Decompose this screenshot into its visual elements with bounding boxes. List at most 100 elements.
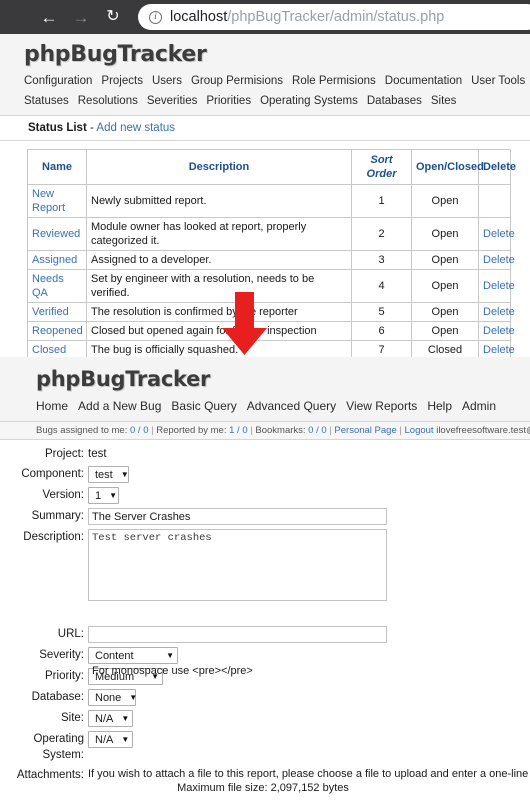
table-row: Reopened Closed but opened again for furt…: [27, 321, 515, 341]
database-select[interactable]: None ▼: [88, 689, 138, 706]
site-info-icon[interactable]: i: [149, 10, 162, 24]
delete-link[interactable]: Delete: [483, 280, 515, 292]
status-name-link[interactable]: Verified: [32, 306, 69, 318]
nav-resolutions[interactable]: Resolutions: [78, 95, 138, 107]
nav-configuration[interactable]: Configuration: [24, 75, 92, 87]
nav-operating-systems[interactable]: Operating Systems: [260, 95, 358, 107]
severity-label: Severity:: [39, 649, 84, 661]
site-select[interactable]: N/A ▼: [88, 710, 133, 727]
field-row-site: Site: N/A ▼: [0, 710, 530, 727]
column-header-description[interactable]: Description: [86, 149, 352, 185]
subbar-separator: -: [90, 122, 94, 134]
forward-arrow-icon[interactable]: →: [68, 4, 94, 30]
status-name-link[interactable]: Assigned: [32, 254, 77, 266]
tracker-banner: phpBugTracker Home Add a New Bug Basic Que…: [0, 357, 530, 421]
version-label: Version:: [42, 489, 84, 501]
status-name-link[interactable]: Reopened: [32, 325, 83, 337]
personal-page-link[interactable]: Personal Page: [334, 425, 396, 436]
nav-basic-query[interactable]: Basic Query: [171, 399, 236, 413]
version-select[interactable]: 1 ▼: [88, 487, 119, 504]
status-sep-2: |: [250, 425, 253, 436]
column-header-sort-order[interactable]: Sort Order: [351, 149, 412, 185]
component-selected-value: test: [95, 468, 113, 481]
severity-select[interactable]: Content ▼: [88, 647, 178, 664]
nav-projects[interactable]: Projects: [101, 75, 143, 87]
attachments-label: Attachments:: [16, 769, 84, 781]
operating-system-select[interactable]: N/A ▼: [88, 731, 133, 748]
cell-open-closed: Open: [411, 250, 479, 270]
bug-report-form: Project: test Component: test ▼ Version:…: [0, 440, 530, 800]
nav-priorities[interactable]: Priorities: [206, 95, 251, 107]
status-sep-4: |: [399, 425, 402, 436]
nav-documentation[interactable]: Documentation: [385, 75, 462, 87]
logout-link[interactable]: Logout: [405, 425, 434, 436]
bookmarks-count-link[interactable]: 0 / 0: [308, 425, 327, 436]
delete-link[interactable]: Delete: [483, 254, 515, 266]
nav-advanced-query[interactable]: Advanced Query: [247, 399, 336, 413]
table-row: Reviewed Module owner has looked at repor…: [27, 217, 515, 251]
field-row-description: Description: Test server crashes For mono…: [0, 529, 530, 677]
summary-input[interactable]: [88, 508, 387, 525]
site-selected-value: N/A: [95, 712, 114, 725]
description-textarea[interactable]: Test server crashes: [88, 529, 387, 601]
column-header-open-closed[interactable]: Open/Closed: [411, 149, 484, 185]
cell-sort-order: 4: [351, 269, 412, 303]
component-select[interactable]: test ▼: [88, 466, 129, 483]
nav-role-permisions[interactable]: Role Permisions: [292, 75, 376, 87]
nav-sites[interactable]: Sites: [431, 95, 457, 107]
delete-link[interactable]: Delete: [483, 325, 515, 337]
delete-link[interactable]: Delete: [483, 228, 515, 240]
nav-severities[interactable]: Severities: [147, 95, 198, 107]
address-bar[interactable]: i localhost/phpBugTracker/admin/status.p…: [138, 4, 530, 30]
reload-icon[interactable]: ↻: [100, 4, 126, 30]
url-input[interactable]: [88, 626, 387, 643]
chevron-down-icon: ▼: [120, 469, 129, 479]
cell-description: Newly submitted report.: [86, 184, 352, 218]
nav-home[interactable]: Home: [36, 399, 68, 413]
operating-system-selected-value: N/A: [95, 733, 114, 746]
add-new-status-link[interactable]: Add new status: [96, 122, 175, 134]
nav-add-a-new-bug[interactable]: Add a New Bug: [78, 399, 161, 413]
severity-selected-value: Content: [95, 649, 134, 662]
delete-link[interactable]: Delete: [483, 306, 515, 318]
nav-statuses[interactable]: Statuses: [24, 95, 69, 107]
status-sep-1: |: [151, 425, 154, 436]
field-row-database: Database: None ▼: [0, 689, 530, 706]
nav-users[interactable]: Users: [152, 75, 182, 87]
cell-delete: Delete: [478, 250, 515, 270]
nav-help[interactable]: Help: [427, 399, 452, 413]
cell-name: Reviewed: [27, 217, 87, 251]
description-label: Description:: [23, 531, 84, 543]
cell-name: Needs QA: [27, 269, 87, 303]
cell-open-closed: Open: [411, 184, 479, 218]
database-selected-value: None: [95, 691, 122, 704]
nav-admin[interactable]: Admin: [462, 399, 496, 413]
column-header-name[interactable]: Name: [27, 149, 87, 185]
nav-group-permisions[interactable]: Group Permisions: [191, 75, 283, 87]
status-name-link[interactable]: Reviewed: [32, 228, 80, 240]
reported-count-link[interactable]: 1 / 0: [229, 425, 248, 436]
cell-open-closed: Open: [411, 321, 479, 341]
delete-link[interactable]: Delete: [483, 344, 515, 356]
nav-view-reports[interactable]: View Reports: [346, 399, 417, 413]
cell-delete: Delete: [478, 302, 515, 322]
chevron-down-icon: ▼: [129, 692, 138, 702]
screenshot-root: ← → ↻ i localhost/phpBugTracker/admin/st…: [0, 0, 530, 800]
table-row: Verified The resolution is confirmed by t…: [27, 302, 515, 322]
status-name-link[interactable]: Closed: [32, 344, 66, 356]
nav-databases[interactable]: Databases: [367, 95, 422, 107]
field-row-summary: Summary:: [0, 508, 530, 525]
table-row: Assigned Assigned to a developer. 3 Open Del…: [27, 250, 515, 270]
nav-user-tools[interactable]: User Tools: [471, 75, 525, 87]
url-path: /phpBugTracker/admin/status.php: [227, 9, 445, 25]
status-table: Name Description Sort Order Open/Closed …: [27, 149, 516, 360]
status-name-link[interactable]: Needs QA: [32, 273, 64, 299]
site-label: Site:: [60, 712, 84, 724]
cell-description: Closed but opened again for further insp…: [86, 321, 352, 341]
url-label: URL:: [57, 628, 84, 640]
field-row-component: Component: test ▼: [0, 466, 530, 483]
assigned-count-link[interactable]: 0 / 0: [130, 425, 149, 436]
back-arrow-icon[interactable]: ←: [36, 4, 62, 30]
status-name-link[interactable]: New Report: [32, 188, 65, 214]
column-header-delete: Delete: [478, 149, 516, 185]
